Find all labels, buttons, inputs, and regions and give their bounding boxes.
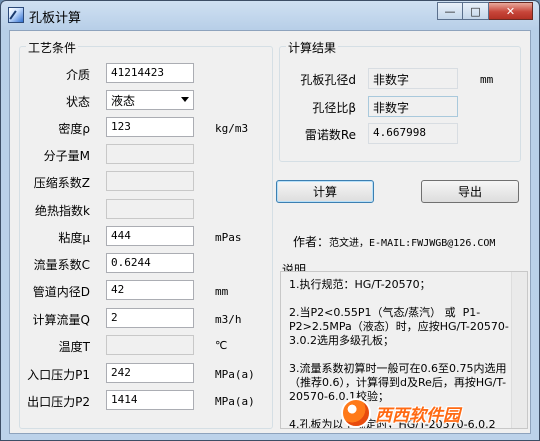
- client-area: 工艺条件 介质 41214423 状态 液态 密度ρ 123 kg/m3 分子量…: [9, 30, 531, 434]
- viscosity-label: 粘度μ: [58, 231, 90, 245]
- watermark: 西西软件园: [341, 395, 527, 431]
- outlet-pressure-input[interactable]: 1414: [106, 390, 194, 410]
- calculate-button[interactable]: 计算: [276, 180, 374, 203]
- results-title: 计算结果: [286, 39, 339, 56]
- inlet-pressure-label: 入口压力P1: [27, 368, 90, 382]
- density-label: 密度ρ: [58, 122, 90, 136]
- state-select-value: 液态: [111, 94, 136, 108]
- temperature-input: [106, 335, 194, 355]
- pipe-diameter-input[interactable]: 42: [106, 280, 194, 300]
- chevron-down-icon[interactable]: [181, 97, 189, 102]
- outlet-pressure-unit: MPa(a): [215, 395, 255, 408]
- flow-rate-input[interactable]: 2: [106, 308, 194, 328]
- maximize-button[interactable]: □: [463, 2, 489, 20]
- viscosity-unit: mPas: [215, 231, 242, 244]
- caption-buttons: — □ ✕: [437, 2, 533, 21]
- pipe-diameter-unit: mm: [215, 285, 229, 298]
- export-button[interactable]: 导出: [421, 180, 519, 203]
- temperature-unit: ℃: [215, 339, 228, 352]
- app-icon: [8, 7, 24, 23]
- molecular-weight-input: [106, 144, 194, 164]
- orifice-diameter-unit: mm: [480, 73, 494, 86]
- density-unit: kg/m3: [215, 122, 249, 135]
- watermark-logo-icon: [341, 398, 371, 428]
- state-select[interactable]: 液态: [106, 90, 194, 110]
- flow-coefficient-input[interactable]: 0.6244: [106, 253, 194, 273]
- density-input[interactable]: 123: [106, 117, 194, 137]
- molecular-weight-label: 分子量M: [43, 149, 90, 163]
- outlet-pressure-label: 出口压力P2: [27, 395, 90, 409]
- title-bar[interactable]: 孔板计算 — □ ✕: [1, 1, 539, 29]
- compressibility-input: [106, 171, 194, 191]
- compressibility-label: 压缩系数Z: [33, 176, 90, 190]
- reynolds-value: 4.667998: [368, 123, 458, 144]
- adiabatic-index-input: [106, 199, 194, 219]
- beta-ratio-value: 非数字: [368, 96, 458, 117]
- medium-input[interactable]: 41214423: [106, 63, 194, 83]
- viscosity-input[interactable]: 444: [106, 226, 194, 246]
- reynolds-label: 雷诺数Re: [304, 128, 356, 142]
- window-title: 孔板计算: [29, 11, 82, 26]
- minimize-button[interactable]: —: [437, 2, 463, 20]
- author-line: 作者：范文进，E-MAIL:FWJWGB@126.COM: [293, 233, 495, 250]
- close-button[interactable]: ✕: [489, 2, 533, 20]
- flow-rate-label: 计算流量Q: [32, 313, 90, 327]
- orifice-diameter-value: 非数字: [368, 68, 458, 89]
- author-label: 作者：: [293, 235, 330, 249]
- orifice-diameter-label: 孔板孔径d: [300, 73, 356, 87]
- author-value: 范文进，E-MAIL:FWJWGB@126.COM: [329, 238, 496, 249]
- adiabatic-index-label: 绝热指数k: [35, 204, 90, 218]
- temperature-label: 温度T: [58, 340, 90, 354]
- watermark-text: 西西软件园: [375, 405, 460, 426]
- state-label: 状态: [65, 95, 90, 109]
- flow-coefficient-label: 流量系数C: [33, 258, 90, 272]
- pipe-diameter-label: 管道内径D: [32, 285, 90, 299]
- app-window: 孔板计算 — □ ✕ 工艺条件 介质 41214423 状态 液态 密度ρ 12…: [0, 0, 540, 441]
- medium-label: 介质: [65, 68, 90, 82]
- inlet-pressure-unit: MPa(a): [215, 368, 255, 381]
- beta-ratio-label: 孔径比β: [312, 101, 356, 115]
- process-conditions-title: 工艺条件: [26, 39, 79, 56]
- flow-rate-unit: m3/h: [215, 313, 242, 326]
- inlet-pressure-input[interactable]: 242: [106, 363, 194, 383]
